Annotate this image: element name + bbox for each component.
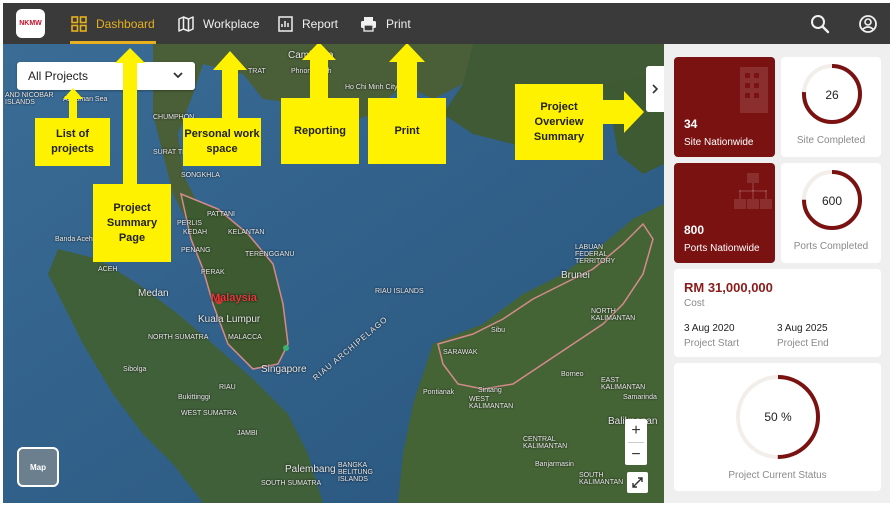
ports-completed-label: Ports Completed (793, 241, 869, 252)
map-icon (178, 15, 194, 32)
logo-text: NKMW (19, 20, 42, 27)
sites-nationwide-card[interactable]: 34 Site Nationwide (674, 57, 775, 157)
sites-completed-value: 26 (825, 88, 839, 102)
nav-report[interactable]: Report (278, 3, 338, 44)
map-type-label: Map (30, 462, 46, 472)
map-view[interactable]: Cambodia Phnom Penh Ho Chi Minh City TRA… (3, 44, 664, 503)
printer-icon (361, 16, 376, 32)
callout-text: Print (394, 124, 420, 137)
sites-completed-card[interactable]: 26 Site Completed (781, 57, 881, 157)
ports-nationwide-label: Ports Nationwide (684, 243, 760, 254)
network-icon (734, 173, 772, 209)
app-window: NKMW Dashboard Workplace Report Print Ph… (3, 3, 890, 503)
project-status-card[interactable]: 50 % Project Current Status (674, 363, 881, 491)
building-icon (740, 67, 768, 113)
chevron-right-icon (652, 84, 659, 94)
nav-report-label: Report (302, 16, 339, 31)
report-icon (278, 15, 293, 32)
nav-dashboard-label: Dashboard (96, 16, 155, 31)
sites-nationwide-value: 34 (684, 117, 698, 131)
project-cost-label: Cost (684, 298, 705, 309)
project-cost-value: RM 31,000,000 (684, 280, 773, 295)
zoom-control: + − (625, 419, 647, 465)
callout-reporting: Reporting (281, 98, 359, 164)
ports-nationwide-value: 800 (684, 223, 705, 237)
app-logo[interactable]: NKMW (16, 9, 45, 38)
zoom-out-button[interactable]: − (625, 443, 647, 466)
project-status-label: Project Current Status (728, 470, 827, 481)
zoom-in-button[interactable]: + (625, 419, 647, 442)
nav-workplace-label: Workplace (203, 16, 260, 31)
callout-text: Project Overview Summary (533, 100, 585, 143)
expand-icon (632, 477, 643, 488)
callout-project-summary: Project Summary Page (93, 184, 171, 262)
sites-completed-label: Site Completed (796, 135, 866, 146)
nav-print-label: Print (386, 16, 411, 31)
nav-workplace[interactable]: Workplace (178, 3, 259, 44)
fullscreen-button[interactable] (627, 472, 648, 493)
ports-nationwide-card[interactable]: 800 Ports Nationwide (674, 163, 775, 263)
account-icon[interactable] (858, 14, 878, 34)
callout-personal-workspace: Personal work space (183, 118, 261, 166)
callout-project-overview: Project Overview Summary (515, 84, 603, 160)
dashboard-icon (71, 15, 87, 32)
callout-text: Project Summary Page (106, 201, 158, 244)
project-end-value: 3 Aug 2025 (777, 323, 828, 334)
sites-nationwide-label: Site Nationwide (684, 137, 754, 148)
ports-completed-card[interactable]: 600 Ports Completed (781, 163, 881, 263)
callout-print: Print (368, 98, 446, 164)
project-start-label: Project Start (684, 338, 740, 349)
project-cost-card[interactable]: RM 31,000,000 Cost 3 Aug 2020 Project St… (674, 269, 881, 357)
project-end-label: Project End (777, 338, 829, 349)
nav-dashboard[interactable]: Dashboard (71, 3, 155, 44)
project-start-value: 3 Aug 2020 (684, 323, 735, 334)
panel-collapse-button[interactable] (646, 66, 664, 112)
callout-text: Reporting (294, 124, 346, 137)
callout-list-of-projects: List of projects (35, 118, 110, 166)
map-type-toggle[interactable]: Map (17, 447, 59, 487)
project-status-value: 50 % (764, 410, 792, 424)
top-navigation-bar: NKMW Dashboard Workplace Report Print (3, 3, 890, 44)
nav-print[interactable]: Print (360, 3, 411, 44)
ports-completed-value: 600 (821, 194, 843, 208)
callout-text: List of projects (51, 128, 94, 155)
search-icon[interactable] (810, 14, 830, 34)
callout-text: Personal work space (184, 128, 260, 155)
